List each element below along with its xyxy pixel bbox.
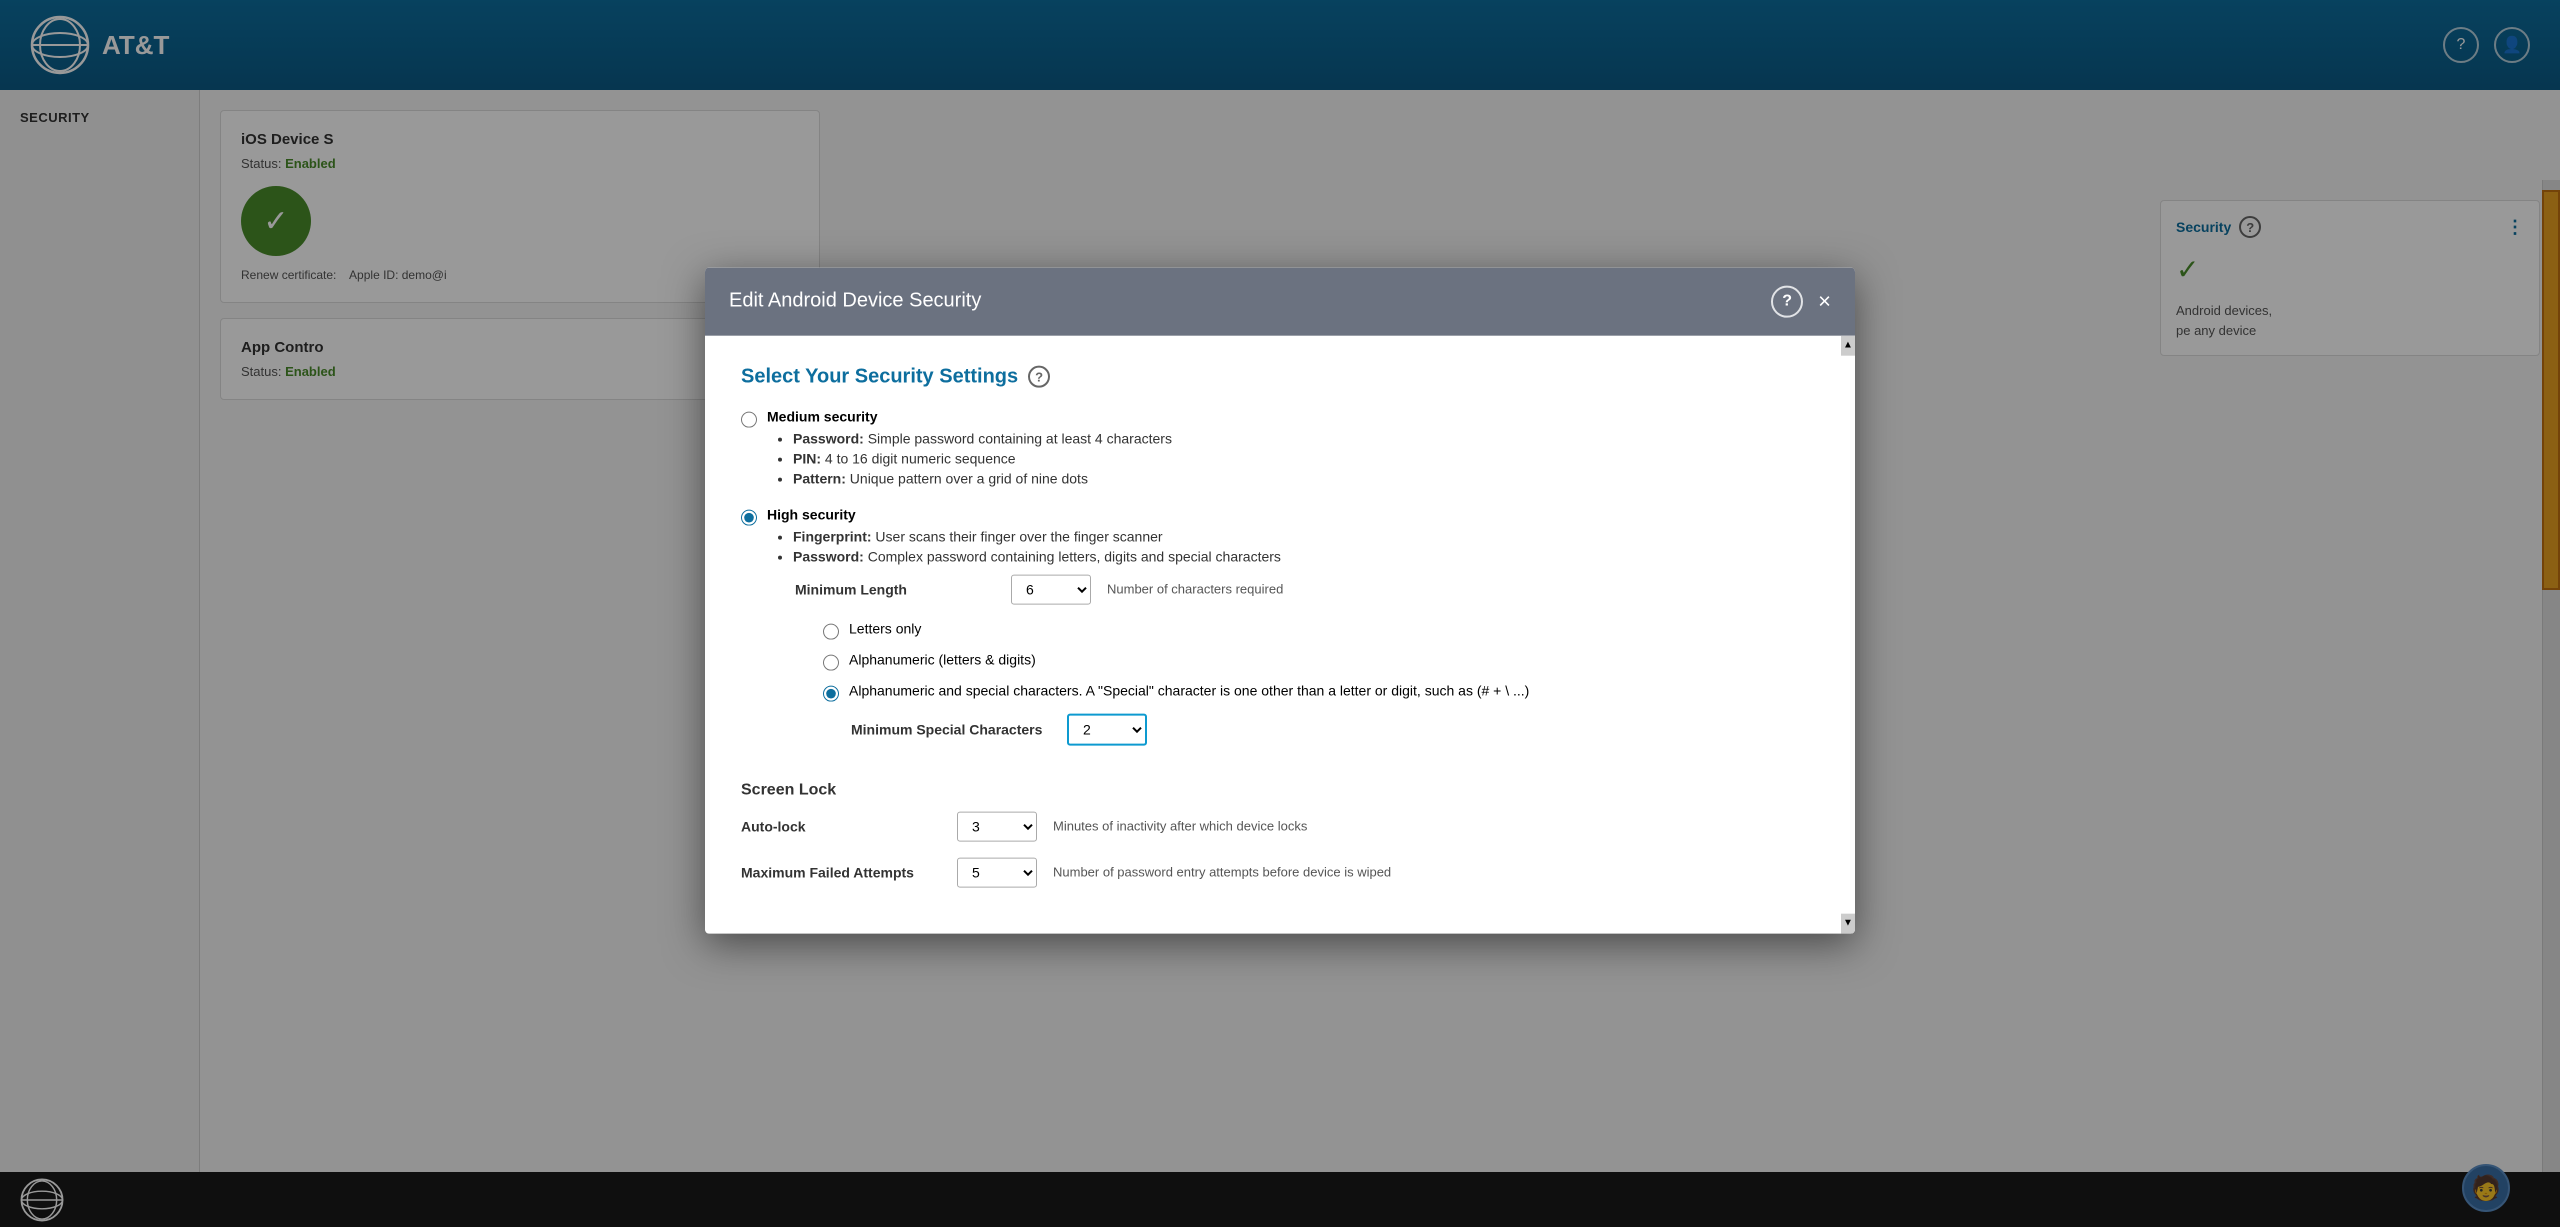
section-help-icon[interactable]: ? xyxy=(1028,366,1050,388)
high-security-radio[interactable] xyxy=(741,509,757,525)
alphanumeric-special-radio[interactable] xyxy=(823,685,839,701)
modal-title: Edit Android Device Security xyxy=(729,290,981,313)
alphanumeric-special-option: Alphanumeric and special characters. A "… xyxy=(823,682,1819,701)
max-failed-hint: Number of password entry attempts before… xyxy=(1053,865,1391,880)
auto-lock-hint: Minutes of inactivity after which device… xyxy=(1053,819,1307,834)
letters-only-label[interactable]: Letters only xyxy=(849,620,921,636)
bullet-password-simple: Password: Simple password containing at … xyxy=(793,430,1172,446)
bullet-fingerprint: Fingerprint: User scans their finger ove… xyxy=(793,528,1819,544)
max-failed-row: Maximum Failed Attempts 3 4 5 6 10 Numbe… xyxy=(741,857,1819,887)
alphanumeric-radio[interactable] xyxy=(823,654,839,670)
high-security-label[interactable]: High security xyxy=(767,506,856,522)
max-failed-label: Maximum Failed Attempts xyxy=(741,864,941,880)
modal-header: Edit Android Device Security ? × xyxy=(705,267,1855,335)
alphanumeric-option: Alphanumeric (letters & digits) xyxy=(823,651,1819,670)
letters-only-option: Letters only xyxy=(823,620,1819,639)
letters-only-radio[interactable] xyxy=(823,623,839,639)
password-type-group: Letters only Alphanumeric (letters & dig… xyxy=(823,620,1819,745)
max-failed-select[interactable]: 3 4 5 6 10 xyxy=(957,857,1037,887)
section-title: Select Your Security Settings ? xyxy=(741,365,1819,388)
modal-scroll-down[interactable]: ▼ xyxy=(1841,913,1855,933)
medium-security-radio[interactable] xyxy=(741,411,757,427)
min-length-block: Minimum Length 4 5 6 7 8 9 10 Number of … xyxy=(795,574,1819,745)
medium-security-option: Medium security Password: Simple passwor… xyxy=(741,408,1819,492)
high-security-bullets: Fingerprint: User scans their finger ove… xyxy=(793,528,1819,564)
min-special-chars-label: Minimum Special Characters xyxy=(851,721,1051,737)
medium-security-label[interactable]: Medium security xyxy=(767,408,877,424)
min-special-chars-row: Minimum Special Characters 1 2 3 4 5 xyxy=(851,713,1819,745)
bullet-pin: PIN: 4 to 16 digit numeric sequence xyxy=(793,450,1172,466)
modal-header-actions: ? × xyxy=(1771,285,1831,317)
medium-security-bullets: Password: Simple password containing at … xyxy=(793,430,1172,486)
bullet-password-complex: Password: Complex password containing le… xyxy=(793,548,1819,564)
edit-security-modal: Edit Android Device Security ? × ▲ ▼ Sel… xyxy=(705,267,1855,933)
min-length-label: Minimum Length xyxy=(795,581,995,597)
min-length-select[interactable]: 4 5 6 7 8 9 10 xyxy=(1011,574,1091,604)
min-length-hint: Number of characters required xyxy=(1107,582,1283,597)
min-special-chars-select[interactable]: 1 2 3 4 5 xyxy=(1067,713,1147,745)
alphanumeric-label[interactable]: Alphanumeric (letters & digits) xyxy=(849,651,1036,667)
min-length-row: Minimum Length 4 5 6 7 8 9 10 Number of … xyxy=(795,574,1819,604)
screen-lock-section: Screen Lock Auto-lock 1 2 3 5 10 Minutes… xyxy=(741,781,1819,887)
alphanumeric-special-label[interactable]: Alphanumeric and special characters. A "… xyxy=(849,682,1529,698)
modal-close-button[interactable]: × xyxy=(1818,290,1831,312)
modal-body: ▲ ▼ Select Your Security Settings ? Medi… xyxy=(705,335,1855,933)
auto-lock-row: Auto-lock 1 2 3 5 10 Minutes of inactivi… xyxy=(741,811,1819,841)
modal-overlay[interactable]: Edit Android Device Security ? × ▲ ▼ Sel… xyxy=(0,0,2560,1227)
auto-lock-label: Auto-lock xyxy=(741,818,941,834)
high-security-option: High security Fingerprint: User scans th… xyxy=(741,506,1819,761)
screen-lock-title: Screen Lock xyxy=(741,781,1819,799)
modal-scroll-up[interactable]: ▲ xyxy=(1841,335,1855,355)
bullet-pattern: Pattern: Unique pattern over a grid of n… xyxy=(793,470,1172,486)
modal-help-button[interactable]: ? xyxy=(1771,285,1803,317)
auto-lock-select[interactable]: 1 2 3 5 10 xyxy=(957,811,1037,841)
